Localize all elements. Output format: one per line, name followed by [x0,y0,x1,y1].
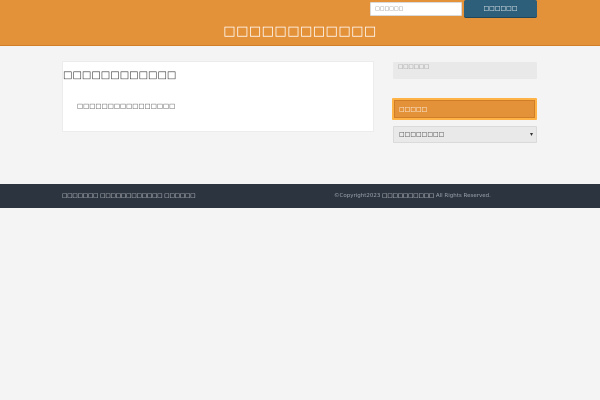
footer-link-1[interactable]: □□□□□□□ [62,193,98,199]
page-title: □□□□□□□□□□□□ [63,70,177,81]
header: □□□□□□ □□□□□□ □□□□□□ [0,0,600,46]
footer-links: □□□□□□□ □□□□□□□□□□□□ □□□□□□ [62,193,195,199]
chevron-down-icon: ▾ [529,131,533,138]
footer-link-2[interactable]: □□□□□□□□□□□□ [100,193,162,199]
copyright-prefix: ©Copyright2023 [334,193,381,199]
search-button[interactable]: □□□□□□ [464,0,537,17]
page-body-text: □□□□□□□□□□□□□□□□ [77,102,176,110]
footer-copyright: ©Copyright2023 □□□□□□□□□□ All Rights Res… [334,193,491,199]
sidebar-widget-title: □□□□□ [399,106,428,113]
main-content-card: □□□□□□□□□□□□ □□□□□□□□□□□□□□□□ [62,61,374,132]
sidebar-widget-header: □□□□□ [392,98,537,120]
sidebar-select-value: □□□□□□□□ [399,131,445,138]
search-input[interactable] [370,2,462,16]
sidebar-search-input[interactable]: □□□□□□ [393,62,537,79]
footer: □□□□□□□ □□□□□□□□□□□□ □□□□□□ ©Copyright20… [0,184,600,208]
sidebar-select[interactable]: □□□□□□□□ ▾ [393,126,537,143]
footer-link-3[interactable]: □□□□□□ [164,193,195,199]
copyright-suffix: All Rights Reserved. [435,193,491,199]
copyright-site-name: □□□□□□□□□□ [382,193,435,199]
site-title[interactable]: □□□□□□□□□□□□ [0,24,600,39]
